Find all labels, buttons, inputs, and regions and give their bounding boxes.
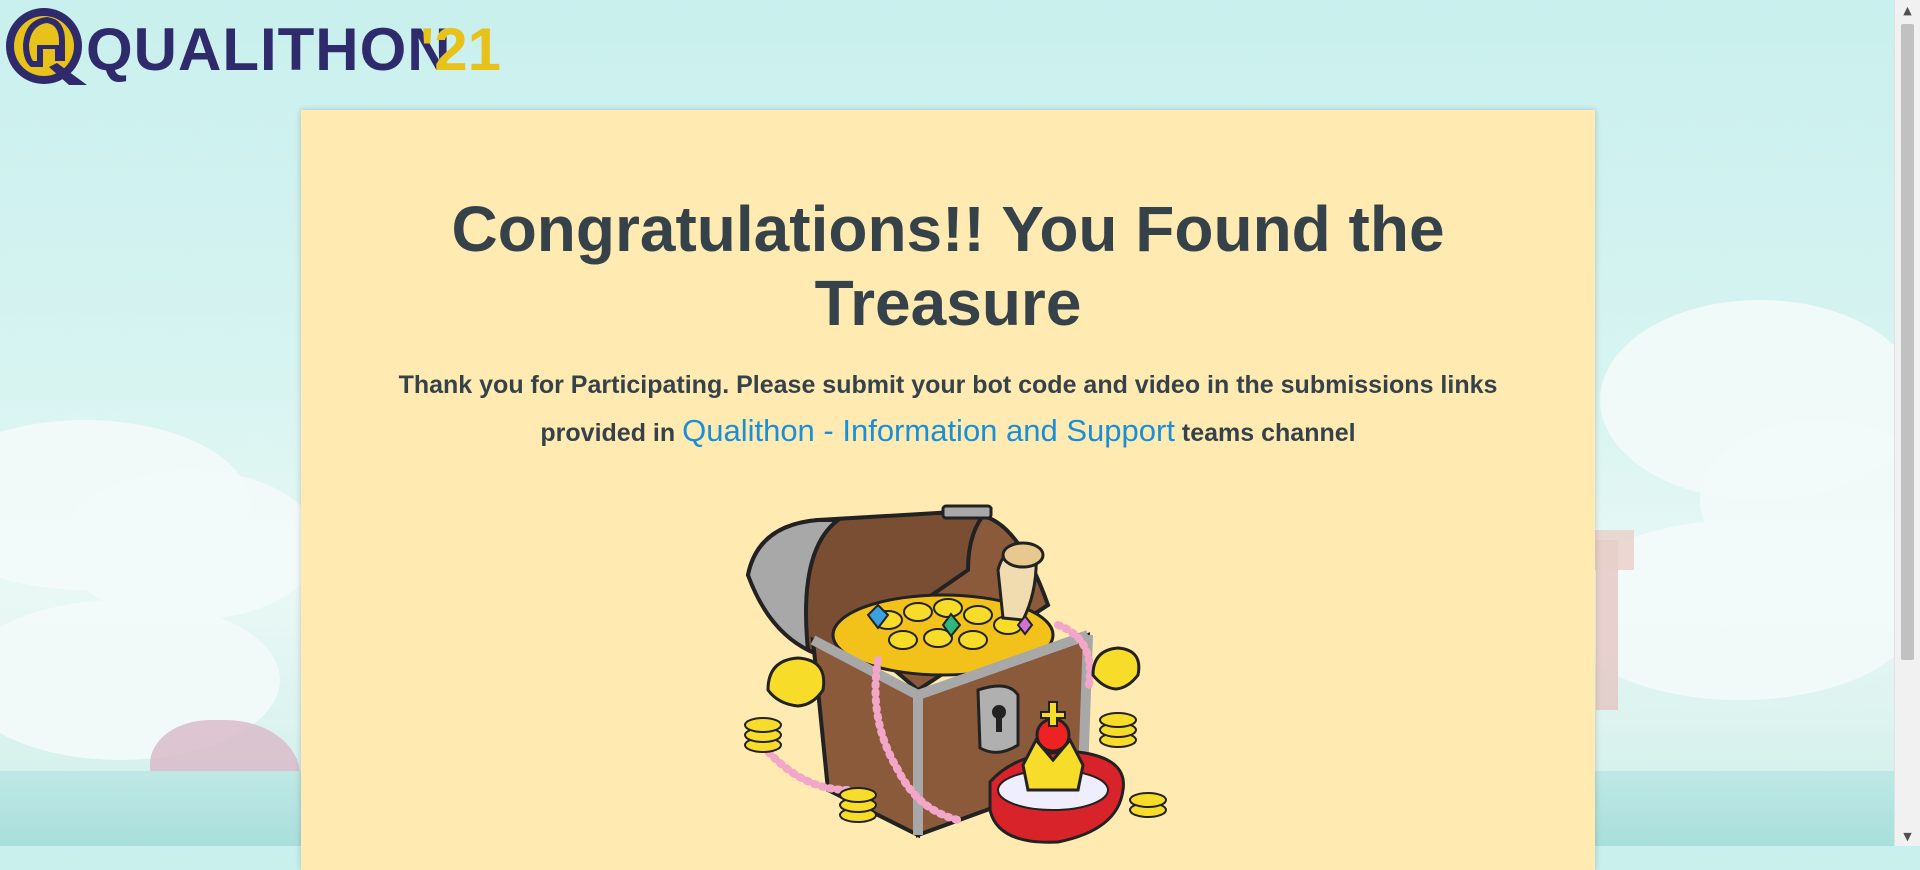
- scroll-up-arrow-icon[interactable]: ▲: [1895, 0, 1920, 20]
- qualithon-support-link[interactable]: Qualithon - Information and Support: [682, 413, 1175, 448]
- congratulations-card: Congratulations!! You Found the Treasure…: [301, 110, 1595, 870]
- message-suffix: teams channel: [1181, 419, 1356, 447]
- spartan-helmet-icon: [6, 8, 87, 85]
- logo-year: '21: [420, 16, 502, 83]
- page-scrollbar[interactable]: ▲ ▼: [1894, 0, 1920, 846]
- scroll-down-arrow-icon[interactable]: ▼: [1895, 826, 1920, 846]
- page-title: Congratulations!! You Found the Treasure: [451, 193, 1445, 339]
- scrollbar-thumb[interactable]: [1901, 24, 1914, 660]
- logo-wordmark: QUALITHON: [86, 16, 452, 83]
- thank-you-message: Thank you for Participating. Please subm…: [361, 362, 1535, 456]
- treasure-chest-image: [744, 504, 1167, 844]
